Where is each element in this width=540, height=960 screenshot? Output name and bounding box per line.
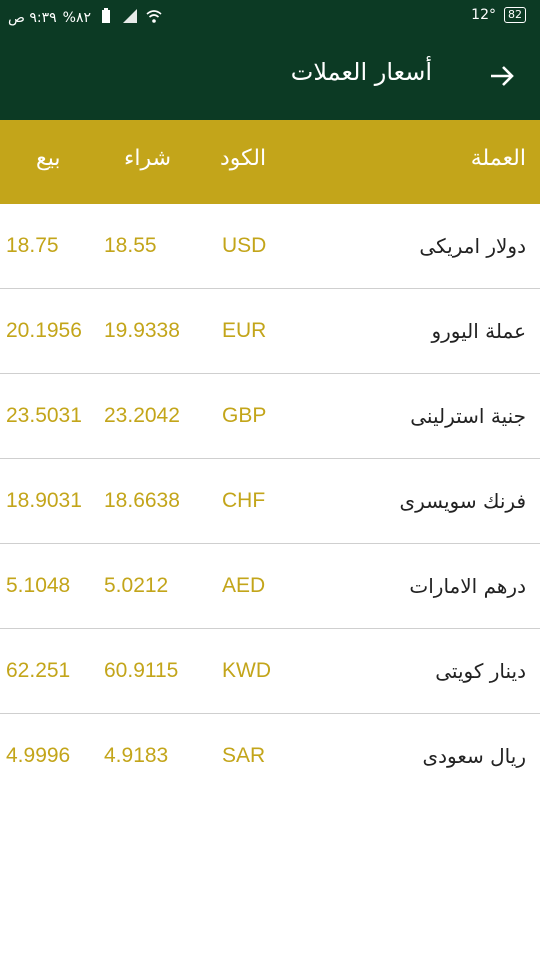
buy-price: 23.2042	[104, 404, 180, 427]
currency-name: جنية استرلينى	[410, 404, 526, 428]
table-header: العملة الكود شراء بيع	[0, 120, 540, 204]
buy-price: 5.0212	[104, 574, 169, 597]
status-left: ٩:٣٩ ص %٨٢	[8, 7, 163, 29]
arrow-right-icon	[488, 62, 516, 94]
buy-price: 60.9115	[104, 659, 179, 682]
battery-icon	[97, 7, 115, 29]
currency-code: SAR	[222, 744, 266, 767]
sell-price: 20.1956	[6, 319, 82, 342]
table-row[interactable]: عملة اليورو EUR 19.9338 20.1956	[0, 289, 540, 374]
buy-price: 18.6638	[104, 489, 180, 512]
currency-name: دينار كويتى	[435, 659, 526, 683]
header-code: الكود	[220, 146, 267, 171]
currency-code: GBP	[222, 404, 267, 427]
battery-level: 82	[504, 7, 526, 23]
header-currency: العملة	[470, 146, 526, 171]
sell-price: 18.9031	[6, 489, 82, 512]
currency-code: CHF	[222, 489, 266, 512]
status-right: 12° 82	[471, 7, 526, 23]
table-row[interactable]: ريال سعودى SAR 4.9183 4.9996	[0, 714, 540, 799]
sell-price: 18.75	[6, 234, 59, 257]
buy-price: 18.55	[104, 234, 157, 257]
currency-name: دولار امريكى	[419, 234, 526, 258]
temperature: 12°	[471, 7, 496, 23]
currency-code: AED	[222, 574, 266, 597]
signal-icon	[121, 7, 139, 29]
buy-price: 4.9183	[104, 744, 169, 767]
sell-price: 4.9996	[6, 744, 71, 767]
currency-list: دولار امريكى USD 18.55 18.75 عملة اليورو…	[0, 204, 540, 799]
currency-code: USD	[222, 234, 267, 257]
table-row[interactable]: دولار امريكى USD 18.55 18.75	[0, 204, 540, 289]
currency-name: فرنك سويسرى	[399, 489, 526, 513]
page-title: أسعار العملات	[290, 58, 432, 86]
currency-code: KWD	[222, 659, 271, 682]
status-time: ٩:٣٩ ص	[8, 10, 57, 26]
sell-price: 5.1048	[6, 574, 71, 597]
currency-name: عملة اليورو	[431, 319, 526, 343]
battery-percent: %٨٢	[62, 10, 92, 26]
table-row[interactable]: جنية استرلينى GBP 23.2042 23.5031	[0, 374, 540, 459]
table-row[interactable]: دينار كويتى KWD 60.9115 62.251	[0, 629, 540, 714]
table-row[interactable]: فرنك سويسرى CHF 18.6638 18.9031	[0, 459, 540, 544]
back-button[interactable]	[484, 60, 520, 96]
app-bar: أسعار العملات	[0, 36, 540, 120]
currency-name: درهم الامارات	[409, 574, 526, 598]
header-sell: بيع	[36, 146, 61, 171]
wifi-icon	[145, 7, 163, 29]
currency-code: EUR	[222, 319, 267, 342]
sell-price: 62.251	[6, 659, 71, 682]
buy-price: 19.9338	[104, 319, 180, 342]
currency-name: ريال سعودى	[422, 744, 526, 768]
table-row[interactable]: درهم الامارات AED 5.0212 5.1048	[0, 544, 540, 629]
header-buy: شراء	[124, 146, 172, 171]
status-bar: ٩:٣٩ ص %٨٢ 12° 82	[0, 0, 540, 36]
sell-price: 23.5031	[6, 404, 82, 427]
